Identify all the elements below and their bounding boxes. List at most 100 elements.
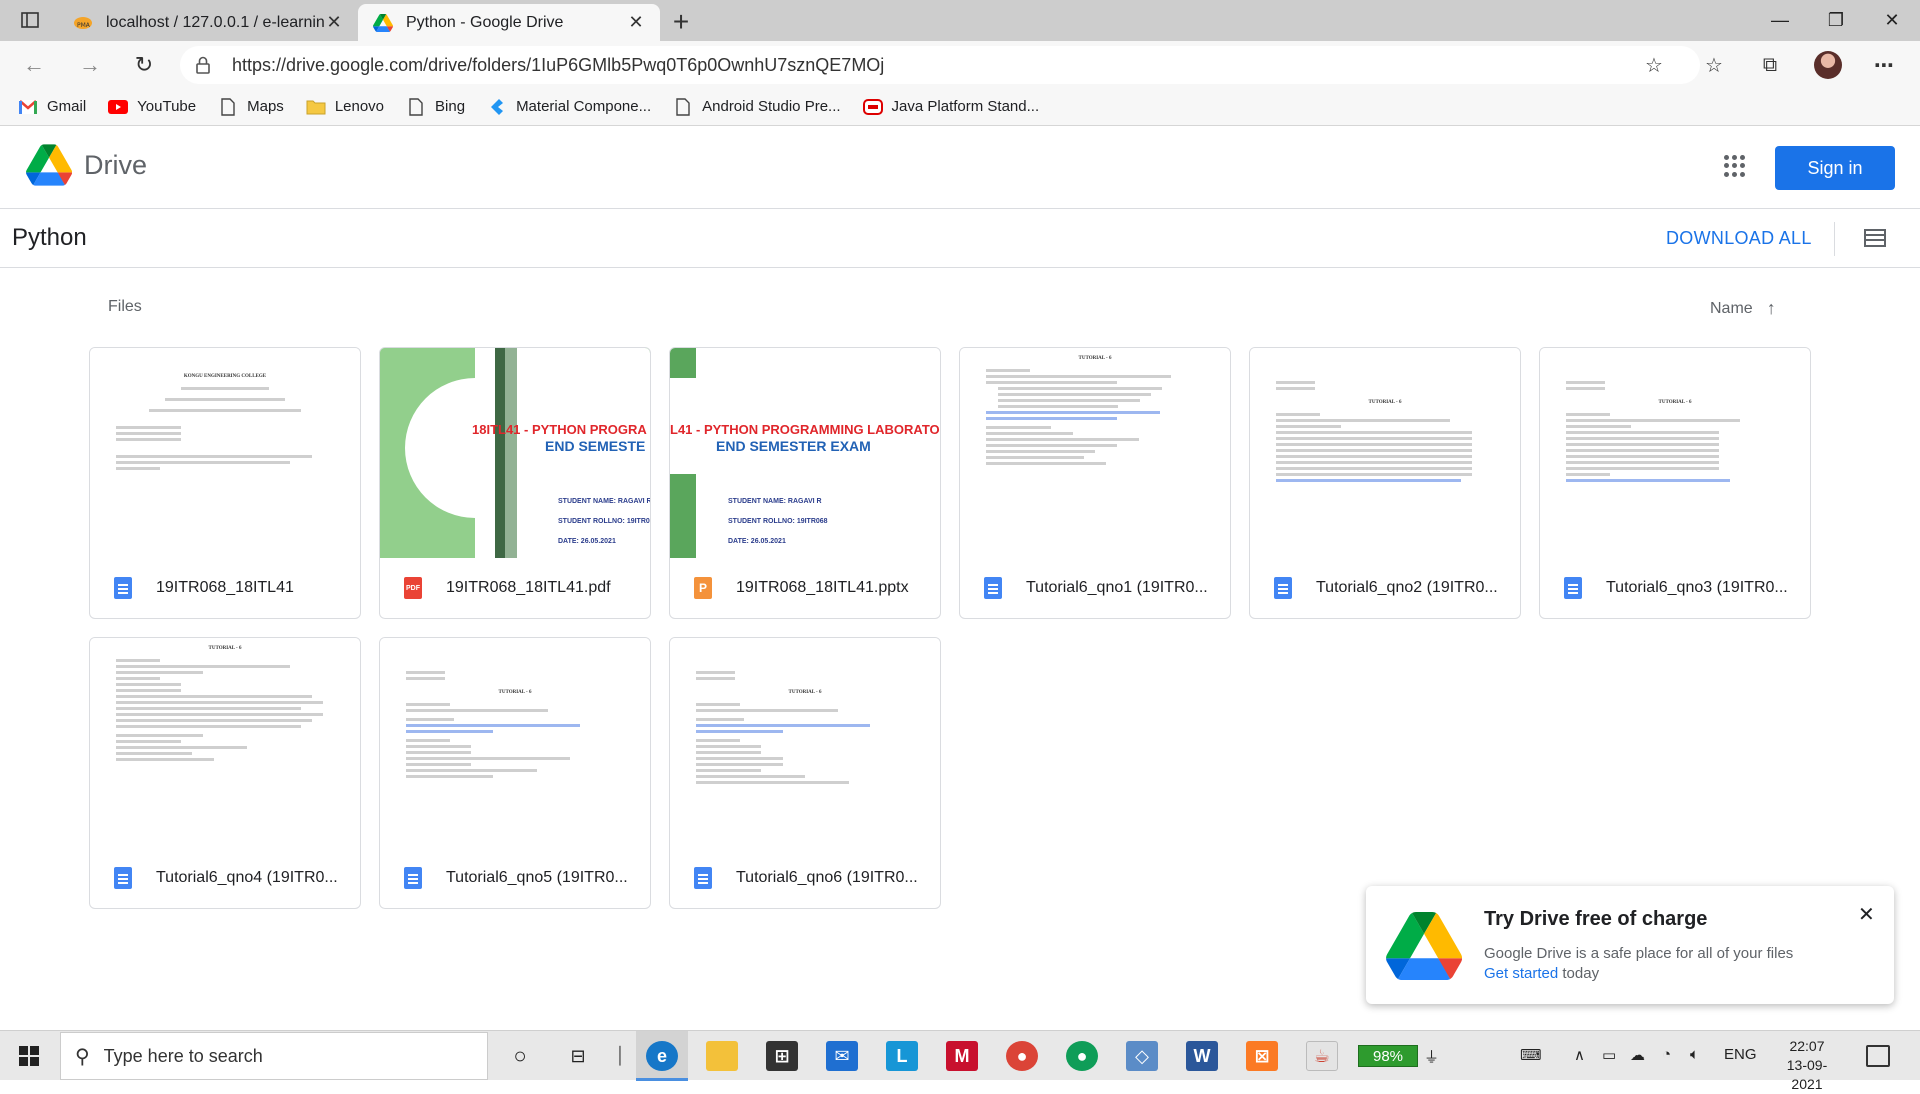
file-card[interactable]: TUTORIAL - 6 Tutorial6_qno5 (19ITR0... bbox=[379, 637, 651, 909]
file-name: Tutorial6_qno4 (19ITR0... bbox=[156, 869, 338, 886]
file-card[interactable]: L41 - PYTHON PROGRAMMING LABORATO END SE… bbox=[669, 347, 941, 619]
windows-start-icon[interactable] bbox=[0, 1031, 58, 1081]
sort-ascending-icon[interactable]: ↑ bbox=[1767, 298, 1776, 319]
battery-indicator[interactable]: 98% bbox=[1358, 1045, 1418, 1067]
folder-bar: Python DOWNLOAD ALL bbox=[0, 210, 1920, 268]
launcher-l-icon[interactable]: L bbox=[886, 1041, 918, 1071]
list-view-icon[interactable] bbox=[1864, 228, 1886, 248]
drive-header: Drive Sign in bbox=[0, 127, 1920, 209]
edge-icon[interactable]: e bbox=[646, 1041, 678, 1071]
file-thumbnail: TUTORIAL - 6 bbox=[1540, 348, 1810, 558]
download-all-button[interactable]: DOWNLOAD ALL bbox=[1666, 228, 1812, 249]
close-tab-icon[interactable]: ✕ bbox=[324, 12, 344, 33]
browser-toolbar: ← → ↻ https://drive.google.com/drive/fol… bbox=[0, 41, 1920, 88]
tab-google-drive[interactable]: Python - Google Drive ✕ bbox=[358, 4, 660, 41]
drive-logo[interactable]: Drive bbox=[26, 144, 147, 186]
collections-icon[interactable]: ⧉ bbox=[1756, 51, 1784, 79]
mcafee-icon[interactable]: M bbox=[946, 1041, 978, 1071]
close-window-button[interactable]: ✕ bbox=[1864, 0, 1920, 40]
file-explorer-icon[interactable] bbox=[706, 1041, 738, 1071]
bookmark-android-studio[interactable]: Android Studio Pre... bbox=[673, 97, 841, 116]
file-thumbnail: TUTORIAL - 6 bbox=[960, 348, 1230, 558]
xampp-icon[interactable]: ⊠ bbox=[1246, 1041, 1278, 1071]
file-card[interactable]: TUTORIAL - 6 Tutorial6_qno4 (19ITR0... bbox=[89, 637, 361, 909]
bookmark-bing[interactable]: Bing bbox=[406, 97, 465, 116]
search-icon: ⚲ bbox=[75, 1045, 90, 1068]
file-card[interactable]: KONGU ENGINEERING COLLEGE 19ITR068_18ITL… bbox=[89, 347, 361, 619]
bookmark-material[interactable]: Material Compone... bbox=[487, 98, 651, 116]
mail-icon[interactable]: ✉ bbox=[826, 1041, 858, 1071]
product-name: Drive bbox=[84, 149, 148, 180]
file-card[interactable]: TUTORIAL - 6 Tutorial6_qno3 (19ITR0... bbox=[1539, 347, 1811, 619]
google-drive-icon bbox=[1386, 912, 1463, 985]
pinned-separator-icon: ⏐ bbox=[614, 1045, 626, 1066]
google-docs-icon bbox=[1564, 577, 1582, 599]
chrome-profile-icon[interactable]: ● bbox=[1066, 1041, 1098, 1071]
more-menu-icon[interactable]: ⋯ bbox=[1870, 51, 1898, 79]
file-card[interactable]: TUTORIAL - 6 Tutorial6_qno6 (19ITR0... bbox=[669, 637, 941, 909]
close-tab-icon[interactable]: ✕ bbox=[626, 12, 646, 33]
word-icon[interactable]: W bbox=[1186, 1041, 1218, 1071]
folder-title: Python bbox=[12, 224, 87, 251]
divider bbox=[1834, 222, 1835, 256]
thumbnail-subtitle: END SEMESTER EXAM bbox=[716, 438, 871, 454]
tab-phpmyadmin[interactable]: PMA localhost / 127.0.0.1 / e-learning ✕ bbox=[58, 4, 358, 41]
show-hidden-icons[interactable]: ∧ bbox=[1574, 1046, 1585, 1064]
sign-in-button[interactable]: Sign in bbox=[1775, 146, 1895, 190]
system-clock[interactable]: 22:07 13-09-2021 bbox=[1776, 1037, 1838, 1094]
volume-icon[interactable]: 🔈︎ bbox=[1690, 1046, 1699, 1063]
forward-icon[interactable]: → bbox=[76, 51, 104, 79]
bookmark-gmail[interactable]: Gmail bbox=[18, 98, 86, 116]
tab-actions-icon[interactable] bbox=[18, 9, 42, 31]
add-favorite-icon[interactable]: ☆ bbox=[1640, 51, 1668, 79]
notifications-icon[interactable] bbox=[1866, 1045, 1890, 1067]
taskbar-search[interactable]: ⚲ Type here to search bbox=[60, 1032, 488, 1080]
bookmark-lenovo[interactable]: Lenovo bbox=[306, 98, 384, 116]
cortana-icon[interactable]: ○ bbox=[504, 1041, 536, 1071]
url-text: https://drive.google.com/drive/folders/1… bbox=[232, 54, 885, 75]
page-icon bbox=[218, 97, 238, 116]
favorites-icon[interactable]: ☆ bbox=[1700, 51, 1728, 79]
task-view-icon[interactable]: ⊟ bbox=[562, 1041, 594, 1071]
refresh-icon[interactable]: ↻ bbox=[130, 51, 158, 79]
browser-tabstrip: PMA localhost / 127.0.0.1 / e-learning ✕… bbox=[0, 0, 1920, 41]
lock-icon bbox=[196, 56, 214, 74]
bookmark-maps[interactable]: Maps bbox=[218, 97, 284, 116]
wifi-icon[interactable]: ◔ bbox=[1662, 1046, 1671, 1063]
onedrive-icon[interactable]: ☁ bbox=[1630, 1046, 1645, 1064]
profile-avatar[interactable] bbox=[1814, 51, 1842, 79]
windows-taskbar: ⚲ Type here to search ○ ⊟ ⏐ e ⊞ ✉ L M ● … bbox=[0, 1030, 1920, 1092]
clock-date: 13-09-2021 bbox=[1786, 1057, 1828, 1092]
chrome-icon[interactable]: ● bbox=[1006, 1041, 1038, 1071]
bookmark-java[interactable]: Java Platform Stand... bbox=[862, 98, 1039, 116]
google-drive-icon bbox=[26, 144, 72, 186]
file-thumbnail: L41 - PYTHON PROGRAMMING LABORATO END SE… bbox=[670, 348, 940, 558]
promo-text: Google Drive is a safe place for all of … bbox=[1484, 945, 1794, 962]
minimize-button[interactable]: — bbox=[1752, 0, 1808, 40]
back-icon[interactable]: ← bbox=[20, 51, 48, 79]
java-icon[interactable]: ☕ bbox=[1306, 1041, 1338, 1071]
meet-now-icon[interactable]: ▭ bbox=[1602, 1046, 1616, 1064]
file-card[interactable]: 18ITL41 - PYTHON PROGRA END SEMESTE STUD… bbox=[379, 347, 651, 619]
new-tab-button[interactable]: + bbox=[666, 6, 696, 38]
sort-by-name-button[interactable]: Name ↑ bbox=[1710, 298, 1776, 319]
store-icon[interactable]: ⊞ bbox=[766, 1041, 798, 1071]
file-thumbnail: 18ITL41 - PYTHON PROGRA END SEMESTE STUD… bbox=[380, 348, 650, 558]
tab-title: localhost / 127.0.0.1 / e-learning bbox=[106, 13, 324, 31]
keyboard-icon[interactable]: ⌨ bbox=[1520, 1046, 1542, 1064]
language-indicator[interactable]: ENG bbox=[1724, 1046, 1757, 1063]
address-bar[interactable]: https://drive.google.com/drive/folders/1… bbox=[180, 46, 1700, 84]
file-card[interactable]: TUTORIAL - 6 Tutorial6_qno1 (19ITR0... bbox=[959, 347, 1231, 619]
google-apps-icon[interactable] bbox=[1724, 155, 1746, 177]
powerpoint-icon: P bbox=[694, 577, 712, 599]
google-docs-icon bbox=[114, 577, 132, 599]
bookmark-youtube[interactable]: YouTube bbox=[108, 98, 196, 116]
virtualbox-icon[interactable]: ◇ bbox=[1126, 1041, 1158, 1071]
close-promo-icon[interactable]: ✕ bbox=[1858, 902, 1875, 927]
maximize-button[interactable]: ❐ bbox=[1808, 0, 1864, 40]
thumbnail-college: KONGU ENGINEERING COLLEGE bbox=[183, 374, 267, 379]
get-started-link[interactable]: Get started bbox=[1484, 965, 1558, 982]
java-icon bbox=[862, 98, 883, 116]
file-card[interactable]: TUTORIAL - 6 Tutorial6_qno2 (19ITR0... bbox=[1249, 347, 1521, 619]
thumbnail-subtitle: END SEMESTE bbox=[545, 438, 646, 454]
